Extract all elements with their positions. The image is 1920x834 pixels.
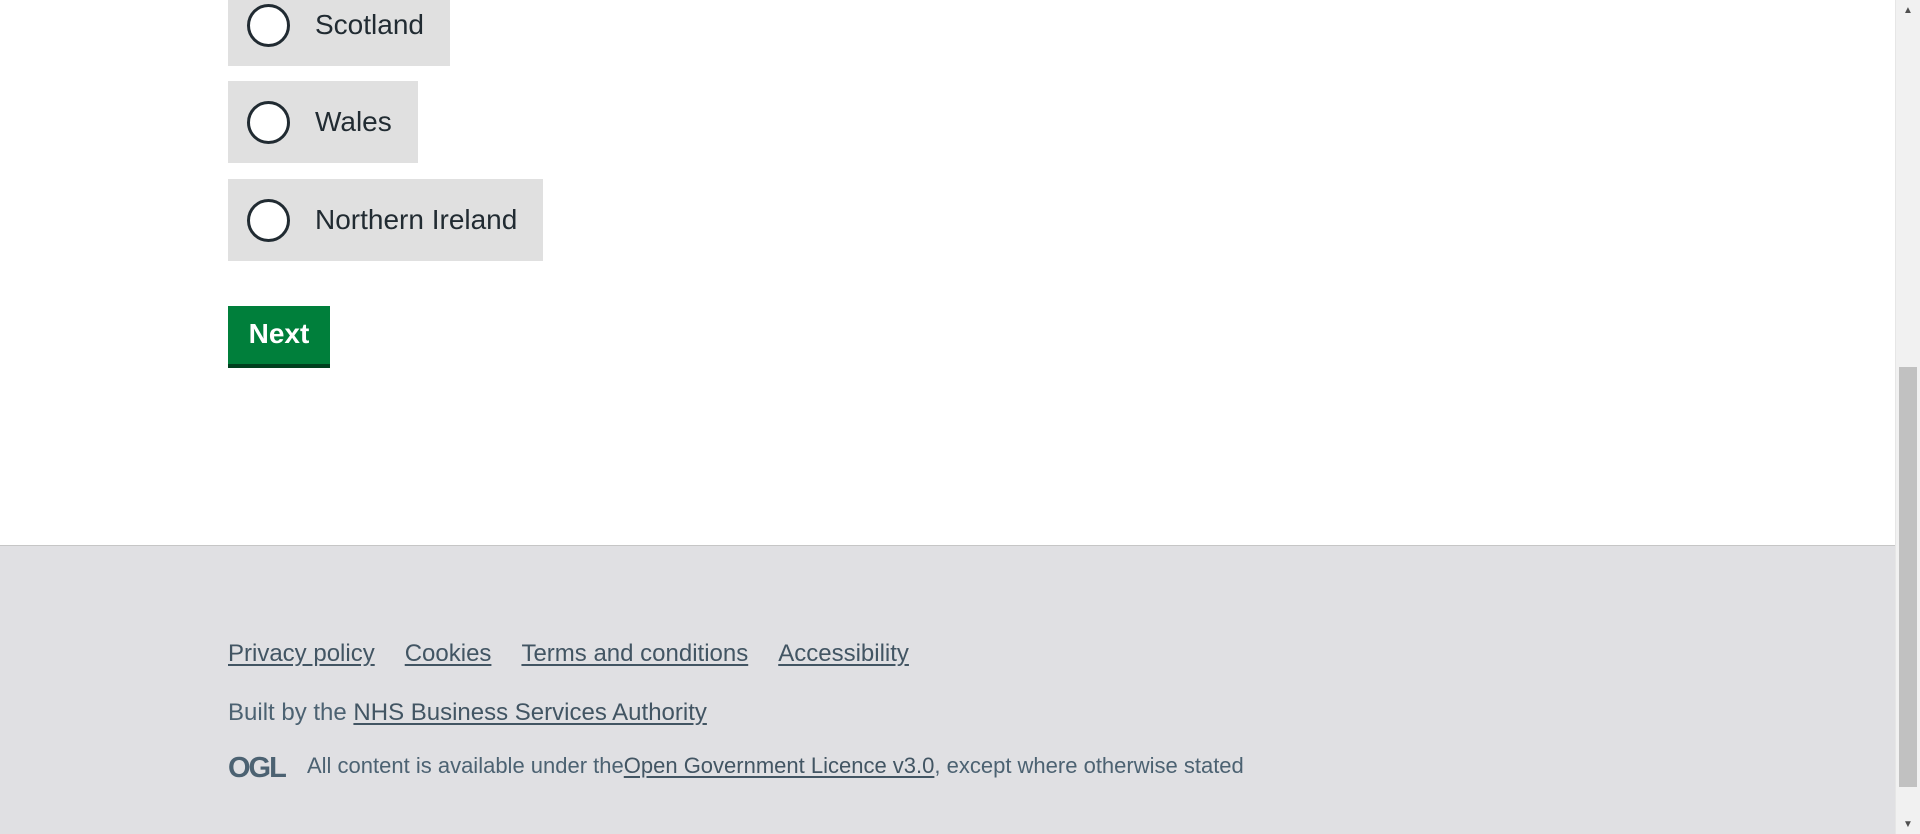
built-by-text: Built by the NHS Business Services Autho… xyxy=(228,699,707,727)
ogl-logo-icon: OGL xyxy=(228,752,288,780)
nhsbsa-link[interactable]: NHS Business Services Authority xyxy=(353,699,706,726)
next-button[interactable]: Next xyxy=(228,306,330,368)
radio-button[interactable] xyxy=(247,100,290,144)
licence-suffix: , except where otherwise stated xyxy=(934,753,1244,778)
footer: Privacy policy Cookies Terms and conditi… xyxy=(0,545,1895,834)
built-by-prefix: Built by the xyxy=(228,699,354,726)
main-content: Scotland Wales Northern Ireland Next xyxy=(0,0,1895,545)
scroll-down-arrow-icon[interactable]: ▼ xyxy=(1896,814,1920,834)
cookies-link[interactable]: Cookies xyxy=(405,640,492,668)
radio-button[interactable] xyxy=(247,198,290,242)
radio-label: Wales xyxy=(315,106,392,137)
privacy-policy-link[interactable]: Privacy policy xyxy=(228,640,375,668)
licence-prefix: All content is available under the xyxy=(307,753,624,778)
radio-label: Northern Ireland xyxy=(315,204,518,235)
accessibility-link[interactable]: Accessibility xyxy=(778,640,909,668)
radio-label: Scotland xyxy=(315,9,424,40)
scroll-up-arrow-icon[interactable]: ▲ xyxy=(1896,0,1920,20)
radio-option-wales[interactable]: Wales xyxy=(228,81,418,163)
footer-links: Privacy policy Cookies Terms and conditi… xyxy=(228,640,909,668)
scrollbar-thumb[interactable] xyxy=(1899,367,1917,787)
vertical-scrollbar[interactable]: ▲ ▼ xyxy=(1895,0,1920,834)
ogl-licence-link[interactable]: Open Government Licence v3.0 xyxy=(624,753,935,779)
page: Scotland Wales Northern Ireland Next Pri… xyxy=(0,0,1895,834)
terms-and-conditions-link[interactable]: Terms and conditions xyxy=(521,640,748,668)
radio-option-scotland[interactable]: Scotland xyxy=(228,0,450,66)
svg-text:OGL: OGL xyxy=(228,752,286,780)
licence-statement: OGL All content is available under the O… xyxy=(228,752,1244,780)
radio-option-northern-ireland[interactable]: Northern Ireland xyxy=(228,179,544,261)
radio-button[interactable] xyxy=(247,3,290,47)
